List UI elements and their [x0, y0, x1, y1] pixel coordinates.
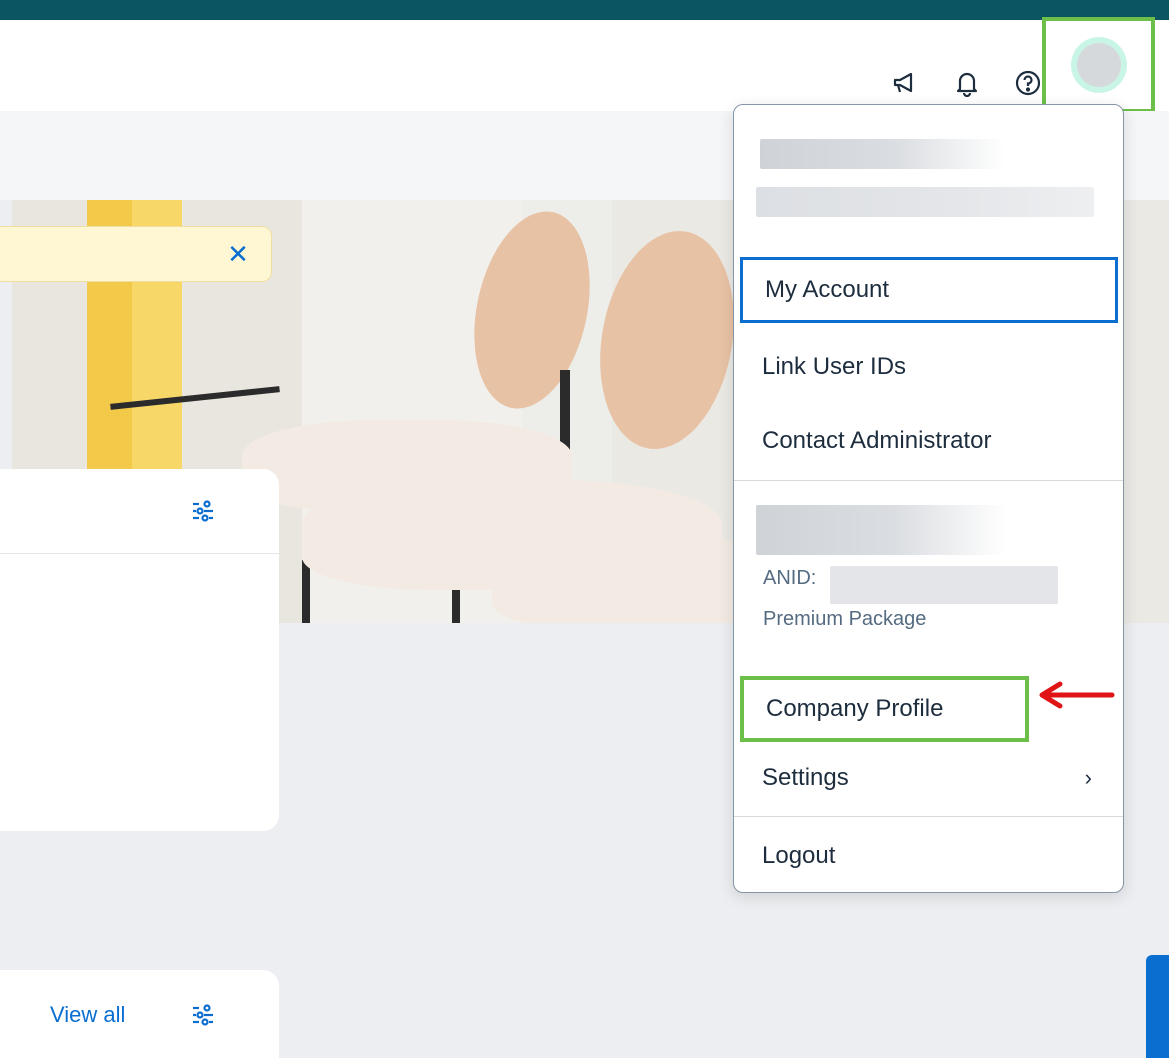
menu-item-label: Link User IDs [762, 353, 907, 380]
chair-leg [302, 560, 310, 623]
redacted-user-name [760, 139, 1005, 169]
annotation-arrow-icon [1039, 681, 1115, 709]
menu-item-label: My Account [765, 276, 890, 303]
card-divider [0, 553, 279, 554]
shell-header [0, 20, 1169, 111]
brand-strip [0, 0, 1169, 20]
close-icon[interactable]: ✕ [225, 241, 251, 267]
redacted-company-name [756, 505, 1006, 555]
megaphone-icon[interactable] [890, 68, 920, 98]
widget-card: View all [0, 970, 279, 1058]
redacted-user-email [756, 187, 1094, 217]
menu-item-my-account[interactable]: My Account [740, 257, 1118, 323]
menu-item-label: Logout [762, 842, 836, 869]
menu-item-label: Company Profile [766, 695, 944, 722]
user-menu-popover: My Account Link User IDs Contact Adminis… [733, 104, 1124, 893]
avatar-highlight [1042, 17, 1155, 113]
widget-card [0, 469, 279, 831]
view-all-link[interactable]: View all [50, 1002, 125, 1028]
help-circle-icon[interactable] [1013, 68, 1043, 98]
redacted-anid-value [830, 566, 1058, 604]
filter-icon[interactable] [188, 496, 218, 526]
menu-item-company-profile[interactable]: Company Profile [740, 676, 1029, 742]
menu-item-contact-administrator[interactable]: Contact Administrator [740, 408, 1118, 474]
menu-item-label: Contact Administrator [762, 427, 992, 454]
menu-item-settings[interactable]: Settings › [740, 745, 1118, 811]
avatar[interactable] [1070, 37, 1127, 93]
menu-item-logout[interactable]: Logout [740, 823, 1118, 889]
anid-label: ANID: [763, 567, 817, 589]
bell-icon[interactable] [952, 68, 982, 98]
menu-separator [734, 480, 1123, 481]
side-feedback-tab[interactable] [1146, 955, 1169, 1058]
chevron-right-icon: › [1084, 765, 1092, 790]
filter-icon[interactable] [188, 1000, 218, 1030]
menu-item-label: Settings [762, 764, 849, 791]
package-label: Premium Package [763, 608, 927, 630]
notification-banner: ✕ [0, 226, 272, 282]
menu-separator [734, 816, 1123, 817]
menu-item-link-user-ids[interactable]: Link User IDs [740, 334, 1118, 400]
